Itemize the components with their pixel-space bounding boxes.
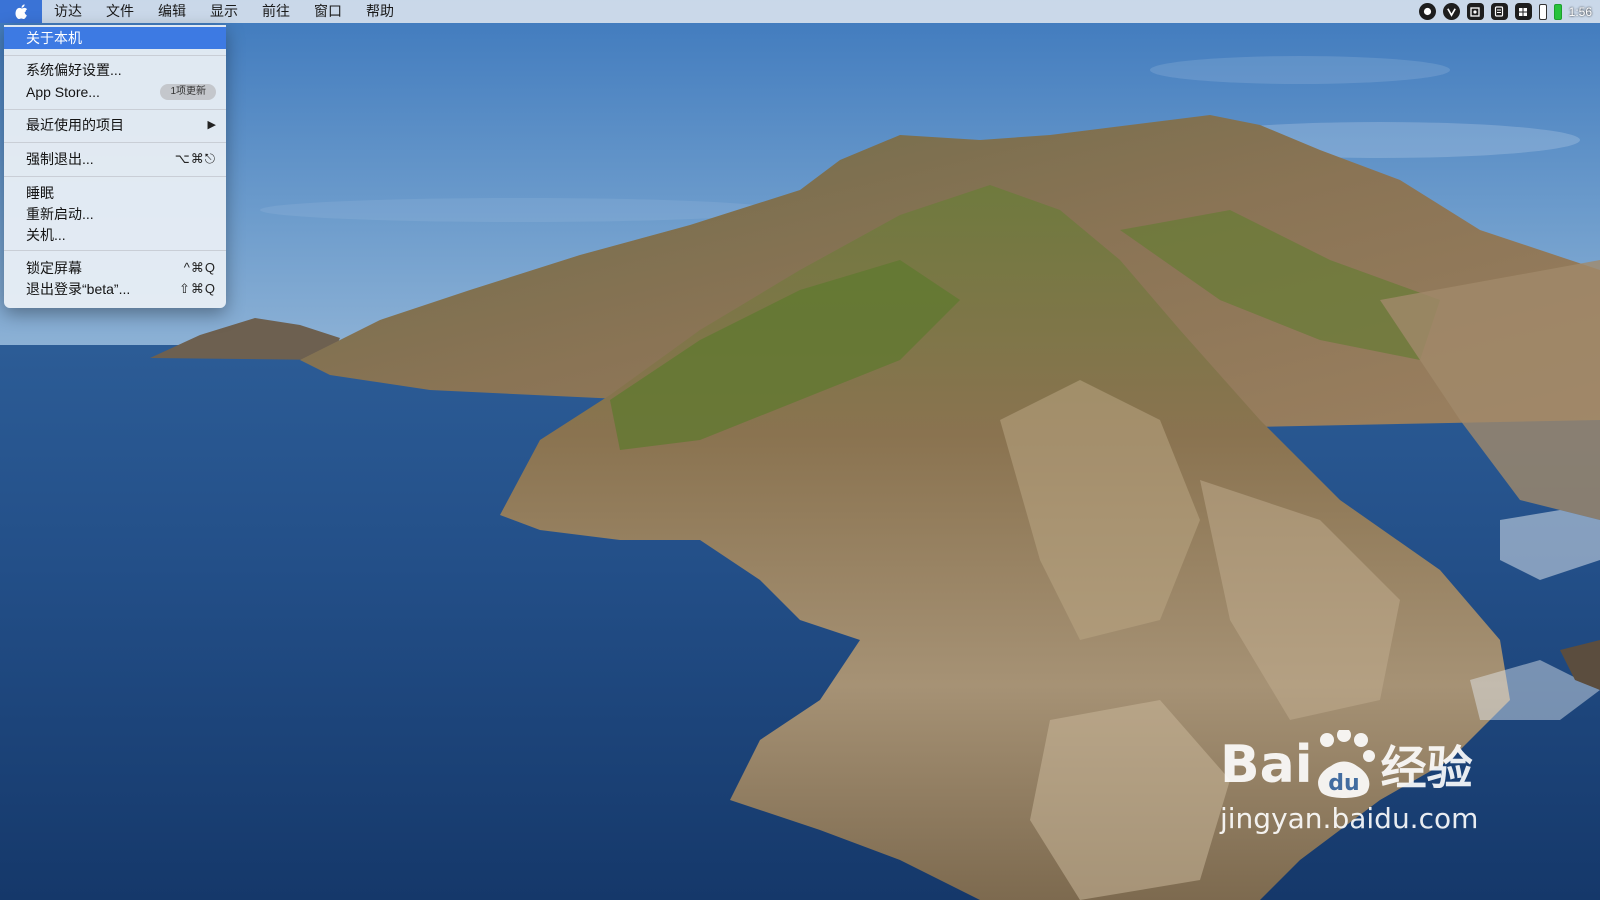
menu-clock[interactable]: 1:56 [1569,5,1592,19]
watermark-brand: Bai [1220,735,1313,795]
sleep-label: 睡眠 [26,185,54,201]
app-store-label: App Store... [26,84,100,100]
watermark-brand-cn: 经验 [1380,741,1473,795]
svg-text:du: du [1328,771,1359,796]
record-icon[interactable] [1418,3,1436,20]
apple-dropdown-menu: 关于本机 系统偏好设置... App Store... 1项更新 最近使用的项目… [4,25,226,308]
menu-separator [4,176,226,177]
system-preferences-item[interactable]: 系统偏好设置... [4,59,226,81]
submenu-arrow-icon: ▶ [207,119,216,131]
watermark-url: jingyan.baidu.com [1220,802,1479,835]
force-quit-item[interactable]: 强制退出... ⌥⌘⎋ [4,148,226,170]
about-this-mac-label: 关于本机 [26,30,82,46]
baidu-jingyan-watermark: Bai du 经验 jingyan.baidu.com [1220,730,1520,870]
about-this-mac-item[interactable]: 关于本机 [4,27,226,49]
menu-help[interactable]: 帮助 [354,0,406,23]
grid-icon[interactable] [1514,3,1532,20]
shutdown-label: 关机... [26,227,66,243]
recent-items-item[interactable]: 最近使用的项目 ▶ [4,114,226,136]
notes-icon[interactable] [1490,3,1508,20]
baidu-logo: Bai du 经验 [1220,730,1520,800]
app-store-item[interactable]: App Store... 1项更新 [4,81,226,103]
menu-separator [4,250,226,251]
menu-edit[interactable]: 编辑 [146,0,198,23]
menu-view[interactable]: 显示 [198,0,250,23]
battery-charging-icon[interactable] [1553,3,1562,20]
lock-screen-label: 锁定屏幕 [26,260,82,276]
status-menu-area: 1:56 [1418,0,1592,23]
battery-icon[interactable] [1538,3,1547,20]
recent-items-label: 最近使用的项目 [26,117,124,133]
menu-window[interactable]: 窗口 [302,0,354,23]
apple-menu-button[interactable] [0,0,42,23]
logout-label: 退出登录“beta”... [26,281,131,297]
restart-item[interactable]: 重新启动... [4,203,226,225]
menu-separator [4,142,226,143]
restart-label: 重新启动... [26,206,94,222]
lock-screen-shortcut: ^⌘Q [183,260,216,275]
menu-separator [4,55,226,56]
paw-icon: du [1317,730,1375,798]
screen-capture-icon[interactable] [1466,3,1484,20]
force-quit-shortcut: ⌥⌘⎋ [174,151,216,166]
vpn-icon[interactable] [1442,3,1460,20]
lock-screen-item[interactable]: 锁定屏幕 ^⌘Q [4,257,226,279]
force-quit-label: 强制退出... [26,151,94,167]
logout-shortcut: ⇧⌘Q [178,281,216,296]
apple-logo-icon [15,4,27,19]
shutdown-item[interactable]: 关机... [4,224,226,246]
menu-file[interactable]: 文件 [94,0,146,23]
logout-item[interactable]: 退出登录“beta”... ⇧⌘Q [4,278,226,300]
sleep-item[interactable]: 睡眠 [4,182,226,204]
menu-go[interactable]: 前往 [250,0,302,23]
menu-finder[interactable]: 访达 [42,0,94,23]
system-preferences-label: 系统偏好设置... [26,62,122,78]
menu-bar: 访达 文件 编辑 显示 前往 窗口 帮助 1:56 [0,0,1600,23]
menu-separator [4,109,226,110]
update-count-badge: 1项更新 [160,84,216,100]
